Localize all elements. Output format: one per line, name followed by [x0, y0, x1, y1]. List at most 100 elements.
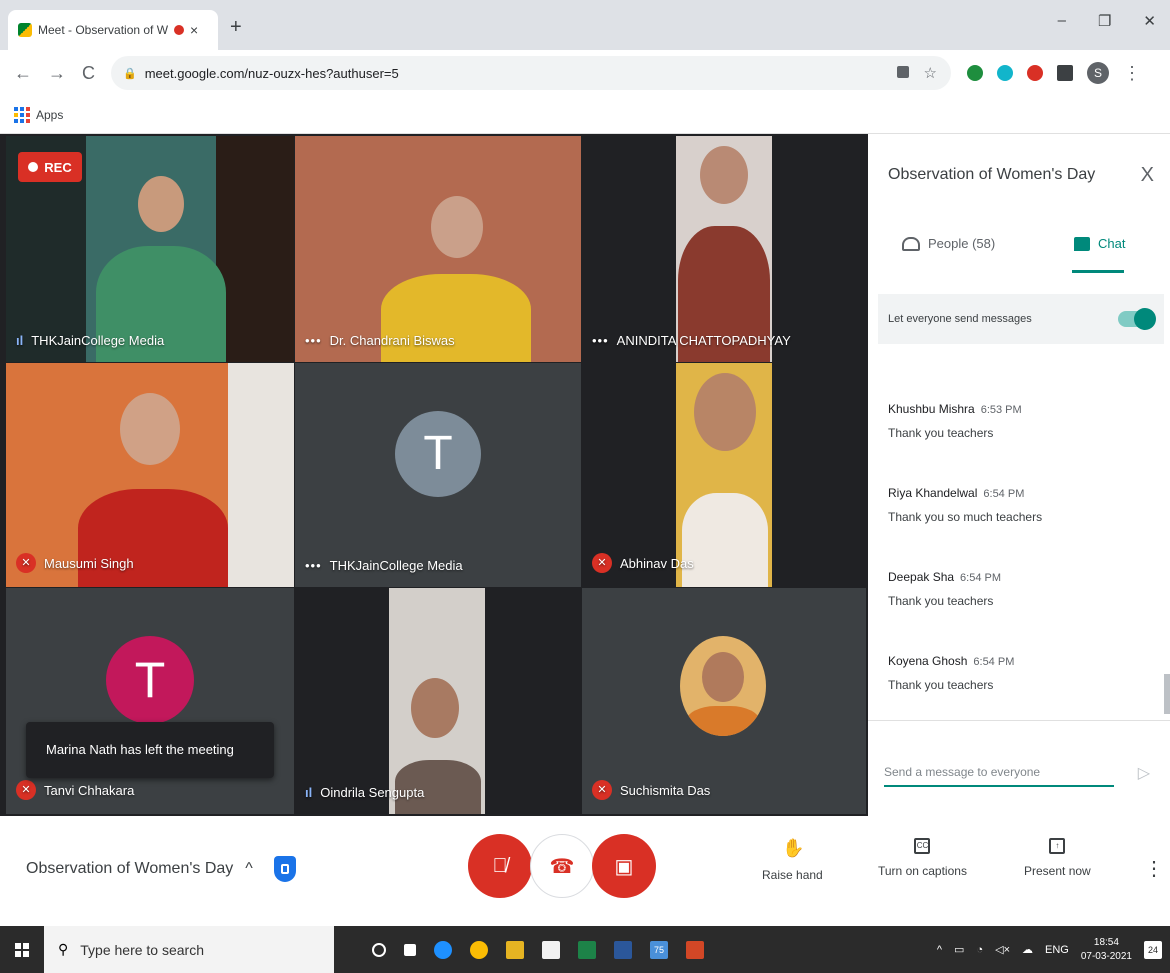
panel-close-button[interactable]: X — [1141, 164, 1154, 187]
browser-menu-icon[interactable]: ⋮ — [1123, 63, 1141, 84]
extension-icon-green[interactable] — [967, 65, 983, 81]
video-tile[interactable]: REC ıl THKJainCollege Media — [6, 136, 294, 362]
volume-icon[interactable]: ◁× — [995, 943, 1010, 956]
video-tile[interactable]: ✕ Suchismita Das — [582, 588, 866, 814]
participant-name: ANINDITA CHATTOPADHYAY — [616, 333, 791, 348]
mail-icon[interactable]: 75 — [650, 940, 668, 959]
restore-button[interactable]: ❐ — [1098, 12, 1111, 30]
new-tab-button[interactable]: + — [230, 16, 242, 39]
file-explorer-icon[interactable] — [506, 940, 524, 959]
tab-title: Meet - Observation of Wom — [38, 23, 168, 37]
video-tile[interactable]: T ••• THKJainCollege Media — [295, 363, 581, 587]
network-icon[interactable]: ◔ — [976, 944, 983, 956]
store-icon[interactable] — [542, 940, 560, 959]
captions-button[interactable]: CC Turn on captions — [878, 838, 967, 878]
mic-off-icon: ✕ — [592, 553, 612, 573]
meet-stage: REC ıl THKJainCollege Media ••• Dr. Chan… — [0, 134, 1170, 816]
raise-hand-button[interactable]: ✋ Raise hand — [762, 838, 823, 882]
tab-chat-label: Chat — [1098, 236, 1126, 251]
present-now-button[interactable]: ↑ Present now — [1024, 838, 1091, 878]
action-center-icon[interactable]: 24 — [1144, 940, 1162, 959]
profile-avatar[interactable]: S — [1087, 62, 1109, 84]
message-sender: Riya Khandelwal — [888, 486, 978, 500]
reload-icon[interactable]: C — [82, 63, 95, 84]
excel-icon[interactable] — [578, 940, 596, 959]
hang-up-icon: ☎ — [549, 855, 575, 878]
video-tile[interactable]: ıl Oindrila Sengupta — [295, 588, 581, 814]
message-text: Thank you teachers — [888, 594, 994, 608]
more-options-icon[interactable]: ••• — [305, 333, 322, 348]
apps-bookmark[interactable]: Apps — [36, 108, 63, 122]
close-window-button[interactable]: ✕ — [1143, 12, 1156, 30]
clock[interactable]: 18:54 07-03-2021 — [1081, 936, 1132, 964]
powerpoint-icon[interactable] — [686, 940, 704, 959]
participant-name: Abhinav Das — [620, 555, 694, 571]
camera-toggle-button[interactable]: ▣ — [592, 834, 656, 898]
language-indicator[interactable]: ENG — [1045, 944, 1069, 956]
video-tile[interactable]: ✕ Mausumi Singh — [6, 363, 294, 587]
send-messages-toggle[interactable] — [1118, 308, 1156, 330]
taskbar-search[interactable]: ⚲ Type here to search — [44, 926, 334, 973]
video-tile[interactable]: ••• Dr. Chandrani Biswas — [295, 136, 581, 362]
meeting-details-button[interactable]: Observation of Women's Day ^ — [26, 860, 253, 878]
participant-name: Mausumi Singh — [44, 555, 134, 571]
message-time: 6:54 PM — [960, 572, 1002, 584]
video-tile[interactable]: T ✕ Tanvi Chhakara — [6, 588, 294, 814]
cortana-icon[interactable] — [372, 942, 386, 957]
setting-label: Let everyone send messages — [888, 313, 1032, 325]
onedrive-icon[interactable]: ☁ — [1022, 943, 1033, 956]
leave-call-button[interactable]: ☎ — [530, 834, 594, 898]
url-field[interactable]: 🔒 meet.google.com/nuz-ouzx-hes?authuser=… — [111, 56, 951, 90]
host-controls-shield-icon[interactable] — [274, 856, 296, 882]
chat-message: Riya Khandelwal 6:54 PM Thank you so much… — [888, 484, 1148, 524]
video-tile[interactable]: ✕ Abhinav Das — [582, 363, 866, 587]
edge-icon[interactable] — [434, 940, 452, 959]
participant-avatar-photo — [680, 636, 766, 736]
browser-tab[interactable]: Meet - Observation of Wom × — [8, 10, 218, 50]
battery-icon[interactable]: ▭ — [954, 943, 964, 956]
send-icon[interactable]: ▷ — [1138, 763, 1150, 783]
participant-video — [678, 146, 770, 362]
extension-icon-red[interactable] — [1027, 65, 1043, 81]
window-controls: – ❐ ✕ — [1058, 12, 1156, 30]
panel-tabs: People (58) Chat — [868, 230, 1170, 278]
mic-off-icon: 🎙̸ — [492, 854, 508, 877]
word-icon[interactable] — [614, 940, 632, 959]
participant-name: Suchismita Das — [620, 782, 711, 798]
chat-message: Khushbu Mishra 6:53 PM Thank you teachers — [888, 400, 1148, 440]
tab-people[interactable]: People (58) — [902, 236, 995, 251]
participant-name-tag: ••• ANINDITA CHATTOPADHYAY — [592, 333, 791, 348]
recording-badge: REC — [18, 152, 82, 182]
tab-close-button[interactable]: × — [190, 22, 198, 38]
start-button[interactable] — [0, 942, 44, 957]
chrome-icon[interactable] — [470, 940, 488, 959]
task-view-icon[interactable] — [404, 943, 416, 956]
more-options-icon[interactable]: ••• — [592, 333, 609, 348]
camera-permission-icon[interactable] — [897, 66, 909, 78]
apps-grid-icon[interactable] — [14, 106, 30, 123]
more-options-icon[interactable]: ⋮ — [1144, 856, 1164, 881]
puzzle-extensions-icon[interactable] — [1057, 65, 1073, 81]
mic-off-icon: ✕ — [592, 780, 612, 800]
raise-hand-label: Raise hand — [762, 868, 823, 882]
active-tab-indicator — [1072, 270, 1124, 273]
clock-time: 18:54 — [1093, 936, 1119, 948]
participant-name-tag: ✕ Tanvi Chhakara — [16, 780, 134, 800]
tab-chat[interactable]: Chat — [1074, 236, 1125, 251]
chat-message: Deepak Sha 6:54 PM Thank you teachers — [888, 568, 1148, 608]
extension-icon-teal[interactable] — [997, 65, 1013, 81]
more-options-icon[interactable]: ••• — [305, 558, 322, 573]
bookmark-star-icon[interactable]: ☆ — [924, 64, 937, 82]
show-hidden-icons-icon[interactable]: ^ — [937, 944, 942, 956]
rec-label: REC — [44, 159, 72, 175]
message-time: 6:54 PM — [973, 656, 1015, 668]
chat-message-input[interactable]: Send a message to everyone — [884, 761, 1114, 787]
video-tile[interactable]: ••• ANINDITA CHATTOPADHYAY — [582, 136, 866, 362]
screen: Meet - Observation of Wom × + – ❐ ✕ ← → … — [0, 0, 1170, 973]
mic-toggle-button[interactable]: 🎙̸ — [468, 834, 532, 898]
hand-icon: ✋ — [782, 838, 805, 858]
forward-icon[interactable]: → — [48, 63, 66, 84]
minimize-button[interactable]: – — [1058, 12, 1066, 30]
back-icon[interactable]: ← — [14, 63, 32, 84]
chat-scrollbar[interactable] — [1164, 674, 1170, 714]
